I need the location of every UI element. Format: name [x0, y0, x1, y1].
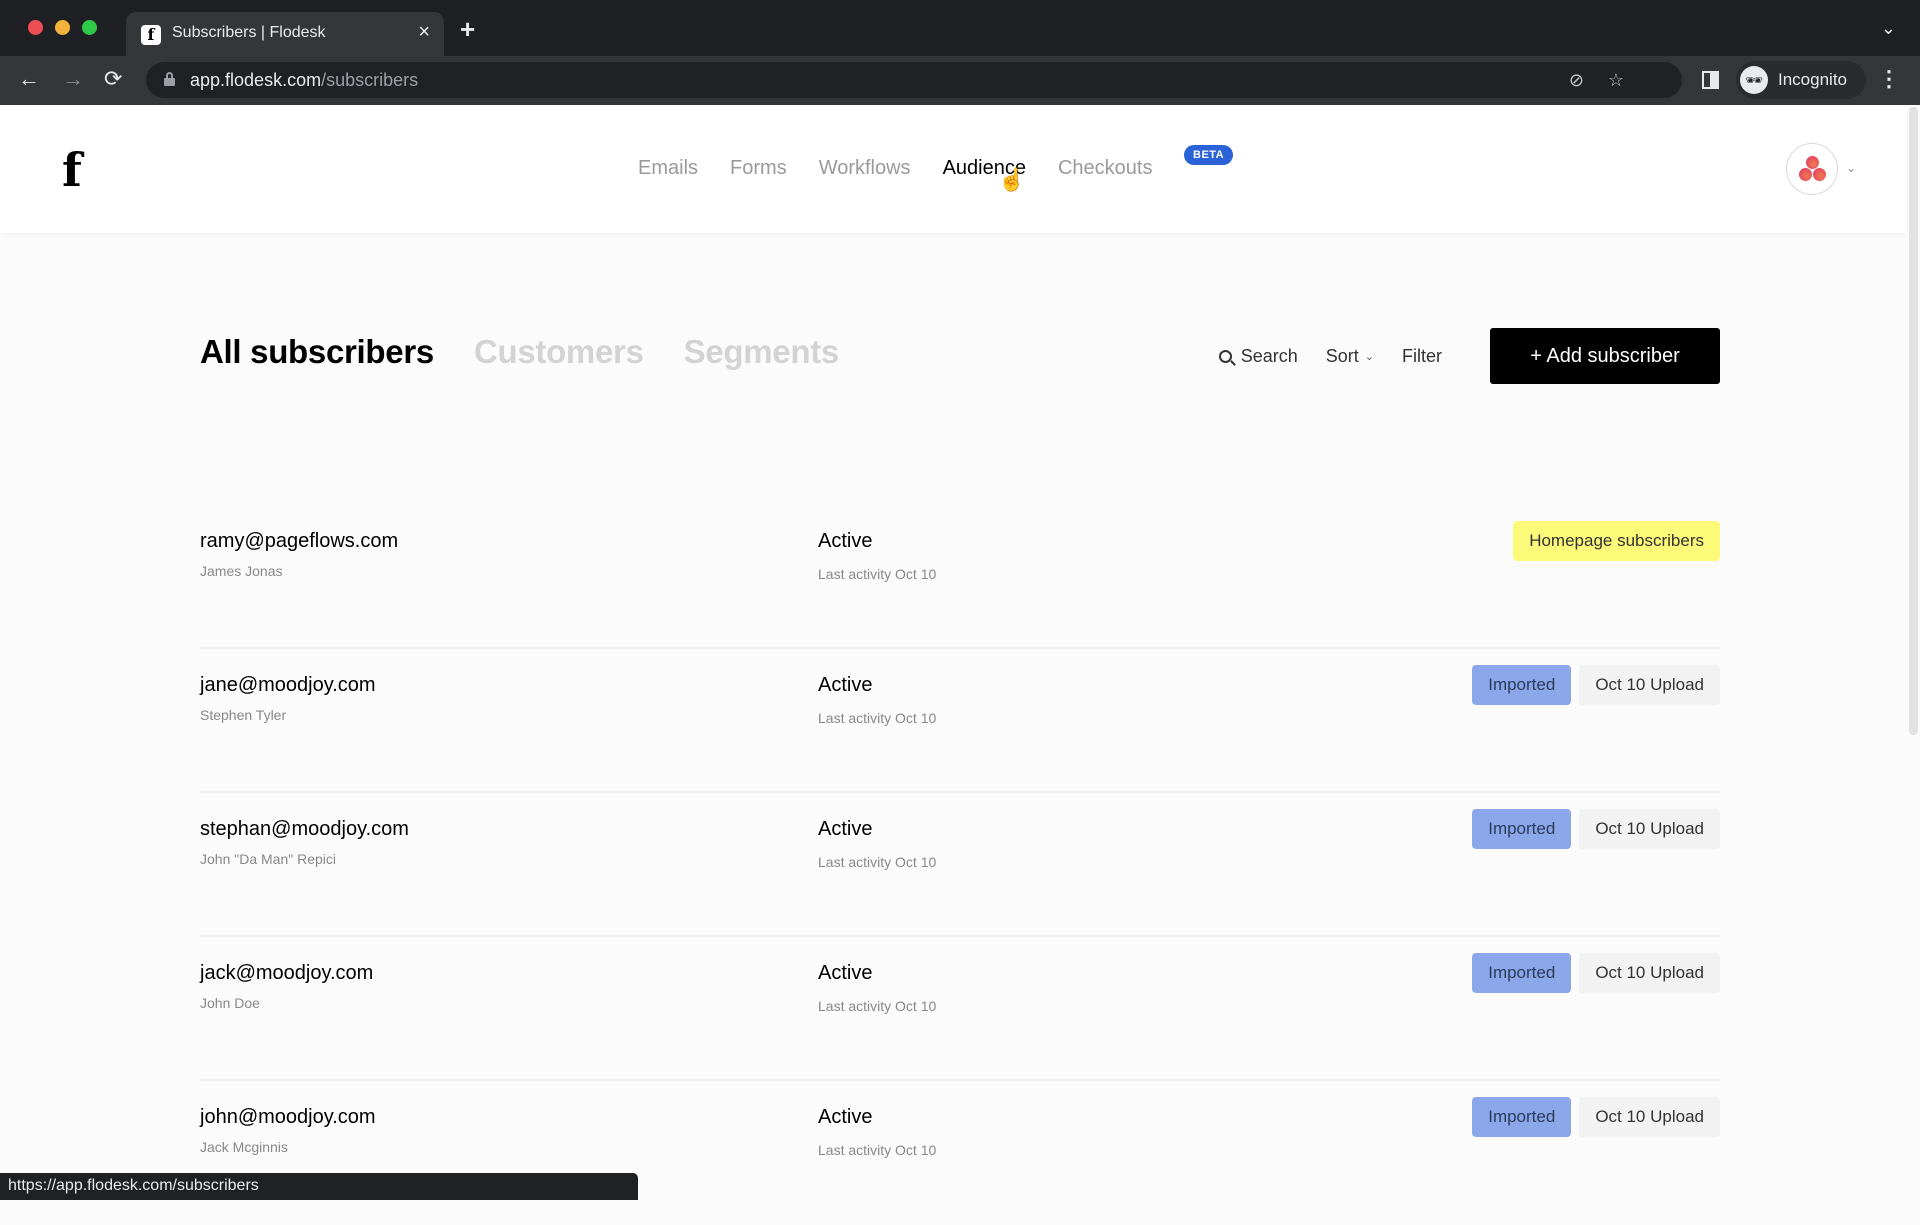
back-arrow-icon[interactable]: ← [18, 66, 40, 92]
window-minimize-button[interactable] [55, 20, 70, 35]
avatar-dot [1813, 168, 1826, 181]
nav-forms[interactable]: Forms [730, 157, 787, 180]
hand-cursor-icon: ☝ [998, 167, 1026, 192]
subscriber-last-activity: Last activity Oct 10 [818, 998, 937, 1014]
search-label: Search [1240, 345, 1298, 366]
subscriber-name: James Jonas [200, 563, 283, 579]
address-bar[interactable]: app.flodesk.com/subscribers ⊘ ☆ [146, 62, 1682, 98]
flodesk-logo[interactable]: f [62, 147, 82, 193]
url-host: app.flodesk.com [190, 70, 322, 90]
segment-tag[interactable]: Oct 10 Upload [1579, 665, 1720, 705]
segment-tag[interactable]: Oct 10 Upload [1579, 953, 1720, 993]
reload-icon[interactable]: ⟳ [104, 66, 122, 92]
subscriber-last-activity: Last activity Oct 10 [818, 854, 937, 870]
window-close-button[interactable] [28, 20, 43, 35]
subscriber-email[interactable]: jane@moodjoy.com [200, 674, 376, 697]
add-subscriber-button[interactable]: + Add subscriber [1490, 328, 1720, 384]
subscriber-email[interactable]: ramy@pageflows.com [200, 530, 398, 553]
subscriber-name: John Doe [200, 995, 260, 1011]
subscriber-list: ramy@pageflows.com James Jonas Active Last … [200, 505, 1720, 1225]
subscriber-name: John "Da Man" Repici [200, 851, 337, 867]
main-nav: Emails Forms Workflows Audience Checkout… [638, 157, 1152, 180]
segment-tag[interactable]: Imported [1472, 1097, 1572, 1137]
lock-icon[interactable] [164, 72, 175, 86]
subscriber-row[interactable]: jack@moodjoy.com John Doe Active Last activ… [200, 937, 1720, 1081]
sort-label: Sort [1325, 345, 1359, 366]
subscriber-email[interactable]: john@moodjoy.com [200, 1106, 376, 1129]
filter-button[interactable]: Filter [1402, 346, 1442, 367]
forward-arrow-icon[interactable]: → [62, 66, 84, 92]
subscriber-tags: Imported Oct 10 Upload [1472, 665, 1720, 705]
sort-button[interactable]: Sort ⌄ [1326, 346, 1374, 367]
subscriber-tags: Imported Oct 10 Upload [1472, 953, 1720, 993]
subscriber-status: Active [818, 674, 873, 696]
nav-checkouts[interactable]: Checkouts [1058, 157, 1153, 180]
subscriber-email[interactable]: jack@moodjoy.com [200, 962, 373, 985]
subscriber-name: Jack Mcginnis [200, 1139, 288, 1155]
url-text[interactable]: app.flodesk.com/subscribers [190, 70, 418, 91]
browser-chrome: f Subscribers | Flodesk × + ⌄ ← → ⟳ app.… [0, 0, 1920, 105]
account-avatar[interactable] [1786, 143, 1838, 195]
new-tab-button[interactable]: + [460, 14, 475, 45]
segment-tag[interactable]: Oct 10 Upload [1579, 809, 1720, 849]
eye-off-icon[interactable]: ⊘ [1569, 70, 1584, 91]
subscriber-tags: Homepage subscribers [1513, 521, 1720, 561]
nav-emails[interactable]: Emails [638, 157, 698, 180]
subscriber-email[interactable]: stephan@moodjoy.com [200, 818, 409, 841]
flodesk-favicon-icon: f [141, 25, 161, 45]
segment-tag[interactable]: Oct 10 Upload [1579, 1097, 1720, 1137]
subscriber-status: Active [818, 818, 873, 840]
list-actions: Search Sort ⌄ Filter + Add subscriber [1218, 328, 1720, 384]
beta-badge: BETA [1184, 145, 1234, 165]
subscriber-status: Active [818, 1106, 873, 1128]
browser-menu-icon[interactable]: ⋮ [1878, 66, 1900, 92]
avatar-dot [1806, 156, 1819, 169]
subscriber-last-activity: Last activity Oct 10 [818, 1142, 937, 1158]
page-scrollbar[interactable] [1906, 105, 1920, 1200]
window-maximize-button[interactable] [82, 20, 97, 35]
nav-workflows[interactable]: Workflows [819, 157, 911, 180]
segment-tag[interactable]: Imported [1472, 809, 1572, 849]
search-icon [1218, 349, 1232, 363]
subscriber-row[interactable]: john@moodjoy.com Jack Mcginnis Active Last … [200, 1081, 1720, 1225]
subtab-customers[interactable]: Customers [474, 333, 644, 371]
incognito-label: Incognito [1778, 70, 1847, 89]
browser-toolbar: ← → ⟳ app.flodesk.com/subscribers ⊘ ☆ 🕶 … [0, 56, 1920, 105]
segment-tag[interactable]: Imported [1472, 665, 1572, 705]
incognito-profile-button[interactable]: 🕶 Incognito [1736, 61, 1866, 99]
subscriber-status: Active [818, 530, 873, 552]
app-header: f Emails Forms Workflows Audience Checko… [0, 105, 1906, 233]
account-chevron-icon[interactable]: ⌄ [1846, 161, 1856, 175]
subtab-all-subscribers[interactable]: All subscribers [200, 333, 434, 371]
browser-tab[interactable]: f Subscribers | Flodesk × [126, 12, 444, 56]
segment-tag[interactable]: Imported [1472, 953, 1572, 993]
subscriber-name: Stephen Tyler [200, 707, 287, 723]
tab-title: Subscribers | Flodesk [172, 24, 326, 41]
bookmark-star-icon[interactable]: ☆ [1608, 70, 1624, 91]
avatar-dot [1799, 168, 1812, 181]
side-panel-icon[interactable] [1702, 71, 1719, 89]
subtab-segments[interactable]: Segments [684, 333, 840, 371]
subscriber-row[interactable]: stephan@moodjoy.com John "Da Man" Repici A… [200, 793, 1720, 937]
tab-search-chevron-icon[interactable]: ⌄ [1881, 18, 1896, 39]
subscriber-tags: Imported Oct 10 Upload [1472, 809, 1720, 849]
incognito-icon: 🕶 [1740, 66, 1768, 94]
subscriber-last-activity: Last activity Oct 10 [818, 710, 937, 726]
scrollbar-thumb[interactable] [1909, 107, 1918, 735]
subscriber-last-activity: Last activity Oct 10 [818, 566, 937, 582]
tab-close-icon[interactable]: × [418, 21, 430, 44]
subscriber-tags: Imported Oct 10 Upload [1472, 1097, 1720, 1137]
subscriber-row[interactable]: ramy@pageflows.com James Jonas Active Last … [200, 505, 1720, 649]
url-path: /subscribers [321, 70, 419, 90]
search-button[interactable]: Search [1218, 345, 1298, 367]
tab-strip: f Subscribers | Flodesk × + ⌄ [0, 0, 1920, 56]
subscriber-row[interactable]: jane@moodjoy.com Stephen Tyler Active Last … [200, 649, 1720, 793]
audience-subtabs: All subscribers Customers Segments [200, 333, 839, 371]
link-status-bar: https://app.flodesk.com/subscribers [0, 1173, 638, 1200]
segment-tag[interactable]: Homepage subscribers [1513, 521, 1720, 561]
chevron-down-icon: ⌄ [1364, 350, 1374, 363]
subscriber-status: Active [818, 962, 873, 984]
